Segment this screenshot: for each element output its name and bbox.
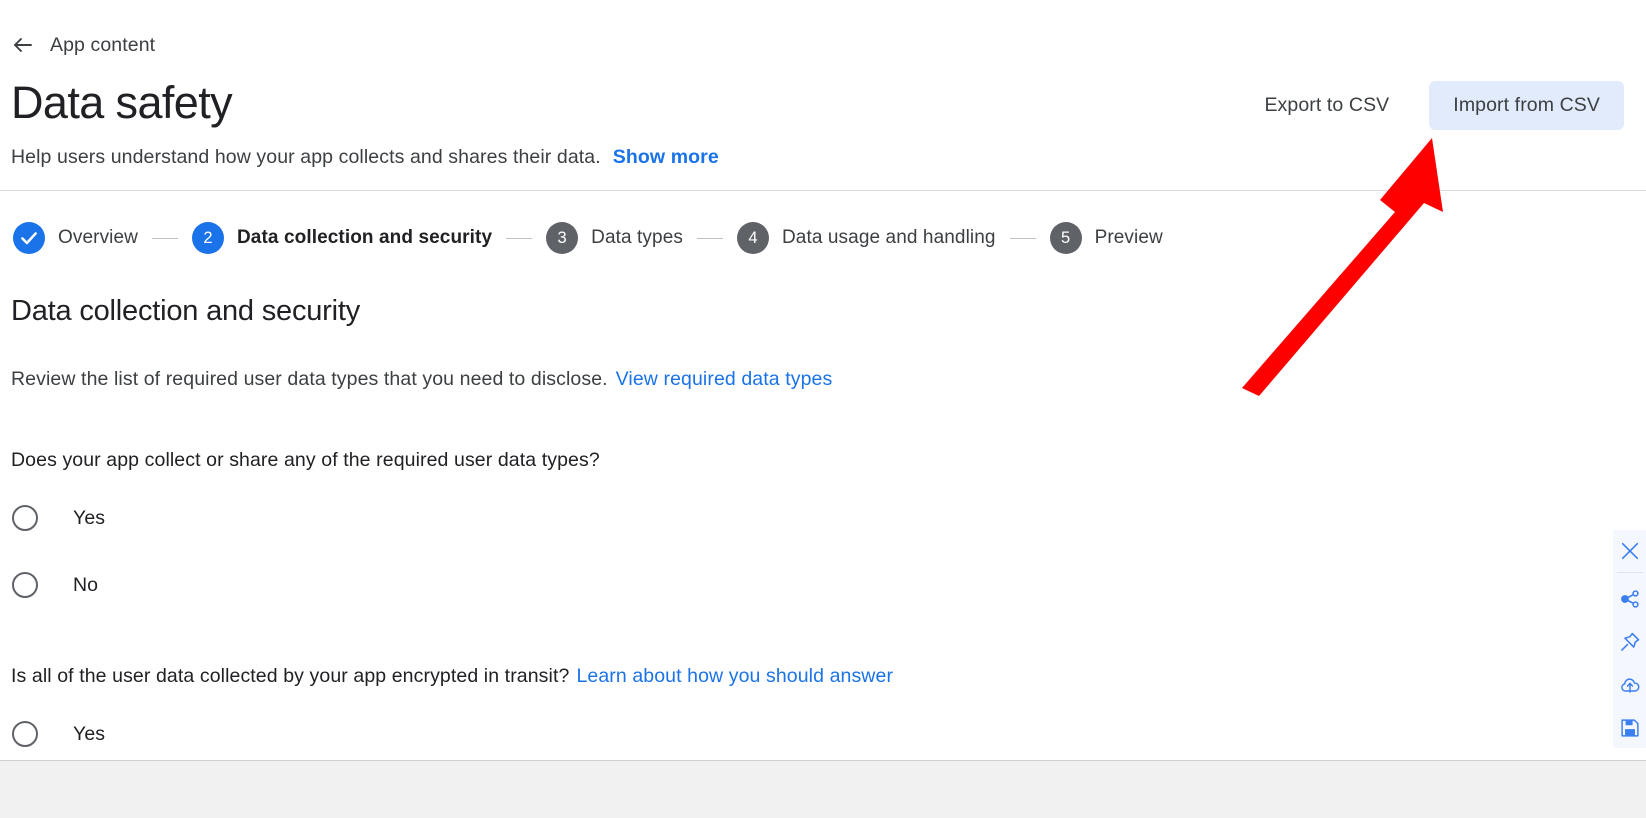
close-button[interactable] bbox=[1613, 534, 1646, 567]
step-connector-2 bbox=[506, 238, 532, 239]
step-5-label: Preview bbox=[1095, 227, 1163, 249]
radio-circle-icon[interactable] bbox=[12, 505, 38, 531]
step-3-circle: 3 bbox=[546, 222, 578, 254]
step-4-label: Data usage and handling bbox=[782, 227, 996, 249]
page-title: Data safety bbox=[11, 76, 232, 130]
data-safety-page: App content Data safety Help users under… bbox=[0, 0, 1646, 818]
radio-label-q1-no: No bbox=[73, 574, 98, 597]
radio-option-q1-no[interactable]: No bbox=[11, 561, 600, 609]
header-actions: Export to CSV Import from CSV bbox=[1246, 81, 1624, 130]
pin-icon bbox=[1619, 631, 1641, 653]
header-divider bbox=[0, 190, 1646, 191]
step-connector-4 bbox=[1010, 238, 1036, 239]
step-4-circle: 4 bbox=[737, 222, 769, 254]
step-2-number: 2 bbox=[203, 229, 212, 248]
radio-label-q2-yes: Yes bbox=[73, 723, 105, 746]
section-description: Review the list of required user data ty… bbox=[11, 368, 832, 391]
learn-about-answer-link[interactable]: Learn about how you should answer bbox=[576, 665, 893, 687]
cloud-upload-button[interactable] bbox=[1613, 668, 1646, 701]
step-preview[interactable]: 5 Preview bbox=[1050, 222, 1163, 254]
export-to-csv-button[interactable]: Export to CSV bbox=[1246, 81, 1407, 130]
step-overview[interactable]: Overview bbox=[13, 222, 138, 254]
step-connector-1 bbox=[152, 238, 178, 239]
share-icon bbox=[1619, 588, 1641, 610]
section-title: Data collection and security bbox=[11, 295, 360, 328]
radio-option-q2-yes[interactable]: Yes bbox=[11, 710, 893, 758]
question-encrypted-in-transit: Is all of the user data collected by you… bbox=[11, 665, 893, 758]
step-5-circle: 5 bbox=[1050, 222, 1082, 254]
radio-label-q1-yes: Yes bbox=[73, 507, 105, 530]
step-2-label: Data collection and security bbox=[237, 227, 492, 249]
step-data-usage-and-handling[interactable]: 4 Data usage and handling bbox=[737, 222, 996, 254]
wizard-stepper: Overview 2 Data collection and security … bbox=[13, 222, 1163, 254]
show-more-link[interactable]: Show more bbox=[613, 146, 719, 168]
page-subtitle-text: Help users understand how your app colle… bbox=[11, 146, 601, 168]
step-connector-3 bbox=[697, 238, 723, 239]
question-2-text: Is all of the user data collected by you… bbox=[11, 665, 893, 688]
toolbar-divider bbox=[1617, 572, 1643, 573]
question-2-label: Is all of the user data collected by you… bbox=[11, 665, 569, 687]
cloud-upload-icon bbox=[1619, 674, 1641, 696]
share-button[interactable] bbox=[1613, 582, 1646, 615]
question-collect-or-share: Does your app collect or share any of th… bbox=[11, 449, 600, 609]
import-from-csv-button[interactable]: Import from CSV bbox=[1429, 81, 1624, 130]
save-button[interactable] bbox=[1613, 711, 1646, 744]
page-subtitle: Help users understand how your app colle… bbox=[11, 144, 719, 170]
question-1-text: Does your app collect or share any of th… bbox=[11, 449, 600, 472]
radio-option-q1-yes[interactable]: Yes bbox=[11, 494, 600, 542]
radio-circle-icon[interactable] bbox=[12, 572, 38, 598]
step-2-circle: 2 bbox=[192, 222, 224, 254]
arrow-left-icon bbox=[11, 33, 35, 57]
radio-circle-icon[interactable] bbox=[12, 721, 38, 747]
step-data-collection-and-security[interactable]: 2 Data collection and security bbox=[192, 222, 492, 254]
pin-button[interactable] bbox=[1613, 625, 1646, 658]
close-icon bbox=[1619, 540, 1641, 562]
step-3-label: Data types bbox=[591, 227, 683, 249]
bottom-bar bbox=[0, 760, 1646, 818]
check-icon bbox=[19, 228, 39, 248]
step-3-number: 3 bbox=[558, 229, 567, 248]
back-to-app-content-link[interactable]: App content bbox=[11, 33, 155, 57]
section-description-text: Review the list of required user data ty… bbox=[11, 368, 608, 390]
floating-side-toolbar bbox=[1613, 530, 1646, 748]
save-icon bbox=[1619, 717, 1641, 739]
step-1-circle bbox=[13, 222, 45, 254]
back-label: App content bbox=[50, 34, 155, 57]
step-1-label: Overview bbox=[58, 227, 138, 249]
view-required-data-types-link[interactable]: View required data types bbox=[616, 368, 833, 390]
step-5-number: 5 bbox=[1061, 229, 1070, 248]
step-data-types[interactable]: 3 Data types bbox=[546, 222, 683, 254]
step-4-number: 4 bbox=[748, 229, 757, 248]
